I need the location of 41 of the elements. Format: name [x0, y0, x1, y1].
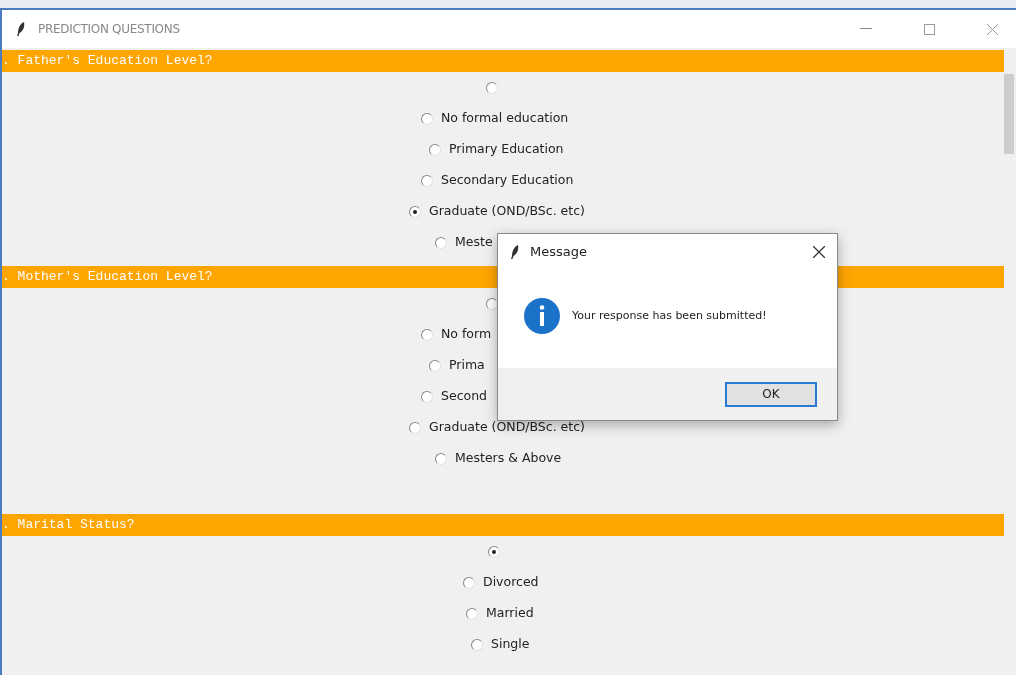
radio-button[interactable]	[463, 576, 475, 589]
option-label: Single	[491, 635, 530, 654]
option-label: Graduate (OND/BSc. etc)	[429, 418, 585, 437]
option-label: Meste	[455, 233, 493, 252]
question-heading: . Father's Education Level?	[2, 50, 1004, 72]
radio-button[interactable]	[435, 236, 447, 249]
radio-button[interactable]	[471, 638, 483, 651]
question-heading: . Marital Status?	[2, 514, 1004, 536]
radio-button[interactable]	[429, 143, 441, 156]
radio-button[interactable]	[409, 205, 421, 218]
dialog-title: Message	[530, 243, 587, 262]
radio-button[interactable]	[409, 421, 421, 434]
ok-button[interactable]: OK	[725, 381, 817, 407]
option-label: Graduate (OND/BSc. etc)	[429, 202, 585, 221]
radio-button[interactable]	[421, 112, 433, 125]
radio-button[interactable]	[466, 607, 478, 620]
radio-button[interactable]	[429, 359, 441, 372]
radio-button[interactable]	[486, 81, 498, 94]
feather-icon	[510, 244, 520, 260]
radio-button[interactable]	[488, 545, 500, 558]
minimize-icon[interactable]	[860, 28, 872, 30]
radio-button[interactable]	[435, 452, 447, 465]
option-label: Secondary Education	[441, 171, 574, 190]
radio-button[interactable]	[421, 174, 433, 187]
dialog-message: Your response has been submitted!	[572, 307, 767, 324]
option-label: Prima	[449, 356, 485, 375]
radio-button[interactable]	[421, 328, 433, 341]
maximize-icon[interactable]	[924, 23, 935, 35]
option-label: Second	[441, 387, 487, 406]
radio-button[interactable]	[421, 390, 433, 403]
option-label: Divorced	[483, 573, 539, 592]
option-label: Mesters & Above	[455, 449, 562, 468]
option-label: Primary Education	[449, 140, 564, 159]
option-label: No formal education	[441, 109, 569, 128]
info-icon	[524, 298, 560, 334]
window-title: PREDICTION QUESTIONS	[38, 21, 180, 38]
radio-button[interactable]	[486, 297, 498, 310]
feather-icon	[16, 21, 26, 37]
option-label: No form	[441, 325, 492, 344]
option-label: Married	[486, 604, 534, 623]
close-icon[interactable]	[813, 246, 825, 258]
